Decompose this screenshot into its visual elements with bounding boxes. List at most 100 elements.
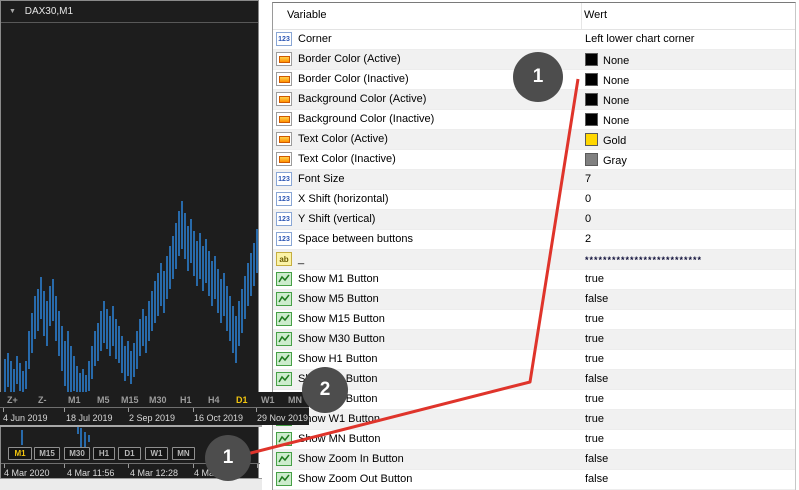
table-row[interactable]: Text Color (Active) Gold bbox=[273, 130, 795, 150]
param-label: Show W1 Button bbox=[298, 413, 380, 425]
param-label: Text Color (Active) bbox=[298, 133, 388, 145]
table-row[interactable]: Show M15 Button true bbox=[273, 310, 795, 330]
axis-label: 2 Sep 2019 bbox=[129, 413, 176, 423]
axis-label: 4 Mar 12:28 bbox=[130, 468, 179, 478]
table-row[interactable]: Show Zoom In Button false bbox=[273, 450, 795, 470]
table-row[interactable]: 123 Corner Left lower chart corner bbox=[273, 30, 795, 50]
axis-tick bbox=[256, 408, 257, 412]
top-timeframe-buttons: Z+ Z- M1 M5 M15 M30 H1 H4 D1 W1 MN bbox=[0, 392, 309, 408]
top-time-axis: 4 Jun 2019 18 Jul 2019 2 Sep 2019 16 Oct 20… bbox=[0, 407, 309, 425]
param-label: X Shift (horizontal) bbox=[298, 193, 389, 205]
param-value: true bbox=[585, 393, 604, 405]
color-swatch bbox=[585, 113, 598, 126]
timeframe-label-m5[interactable]: M5 bbox=[97, 395, 110, 405]
param-label: Show MN Button bbox=[298, 433, 381, 445]
axis-tick bbox=[257, 464, 258, 468]
bool-param-icon bbox=[276, 372, 292, 386]
param-value: Gray bbox=[585, 153, 627, 167]
table-row[interactable]: Show M1 Button true bbox=[273, 270, 795, 290]
table-row[interactable]: Show Zoom Out Button false bbox=[273, 470, 795, 490]
timeframe-button-w1[interactable]: W1 bbox=[145, 447, 168, 460]
param-value: true bbox=[585, 273, 604, 285]
param-value: 7 bbox=[585, 173, 592, 185]
timeframe-button-m15[interactable]: M15 bbox=[34, 447, 60, 460]
param-label: Background Color (Inactive) bbox=[298, 113, 435, 125]
table-row[interactable]: Show D1 Buttontrue bbox=[273, 390, 795, 410]
table-row[interactable]: Show M5 Button false bbox=[273, 290, 795, 310]
table-row[interactable]: 123 X Shift (horizontal) 0 bbox=[273, 190, 795, 210]
param-value: true bbox=[585, 313, 604, 325]
param-label: Show M5 Button bbox=[298, 293, 379, 305]
axis-tick bbox=[64, 408, 65, 412]
timeframe-label-d1[interactable]: D1 bbox=[236, 395, 248, 405]
param-label: Border Color (Inactive) bbox=[298, 73, 409, 85]
param-label: Space between buttons bbox=[298, 233, 413, 245]
table-row[interactable]: ab _ ************************** bbox=[273, 250, 795, 270]
color-param-icon bbox=[276, 72, 292, 86]
numeric-param-icon: 123 bbox=[276, 232, 292, 246]
param-value: true bbox=[585, 433, 604, 445]
numeric-param-icon: 123 bbox=[276, 172, 292, 186]
param-value: None bbox=[585, 113, 629, 127]
bool-param-icon bbox=[276, 332, 292, 346]
param-label: Show M30 Button bbox=[298, 333, 385, 345]
bool-param-icon bbox=[276, 452, 292, 466]
table-row[interactable]: Show M30 Button true bbox=[273, 330, 795, 350]
table-row[interactable]: Show MN Button true bbox=[273, 430, 795, 450]
timeframe-label-m15[interactable]: M15 bbox=[121, 395, 139, 405]
color-swatch bbox=[585, 53, 598, 66]
axis-tick bbox=[193, 408, 194, 412]
timeframe-button-h1[interactable]: H1 bbox=[93, 447, 115, 460]
table-row[interactable]: 123 Y Shift (vertical) 0 bbox=[273, 210, 795, 230]
timeframe-label-m1[interactable]: M1 bbox=[68, 395, 81, 405]
param-value: true bbox=[585, 353, 604, 365]
timeframe-label-h4[interactable]: H4 bbox=[208, 395, 220, 405]
table-row[interactable]: Show H1 Button true bbox=[273, 350, 795, 370]
timeframe-button-m30[interactable]: M30 bbox=[64, 447, 90, 460]
callout-badge-1: 1 bbox=[205, 435, 251, 481]
bool-param-icon bbox=[276, 292, 292, 306]
param-label: Y Shift (vertical) bbox=[298, 213, 376, 225]
param-label: Text Color (Inactive) bbox=[298, 153, 396, 165]
param-label: Border Color (Active) bbox=[298, 53, 401, 65]
timeframe-label-z+[interactable]: Z+ bbox=[7, 395, 18, 405]
table-row[interactable]: 123 Space between buttons 2 bbox=[273, 230, 795, 250]
table-row[interactable]: Background Color (Inactive) None bbox=[273, 110, 795, 130]
table-row[interactable]: 123 Font Size 7 bbox=[273, 170, 795, 190]
bool-param-icon bbox=[276, 432, 292, 446]
screenshot-root: Variable Wert 123 Corner Left lower chart … bbox=[0, 0, 799, 490]
param-value: 0 bbox=[585, 193, 592, 205]
timeframe-label-m30[interactable]: M30 bbox=[149, 395, 167, 405]
timeframe-button-mn[interactable]: MN bbox=[172, 447, 195, 460]
axis-tick bbox=[128, 464, 129, 468]
timeframe-label-w1[interactable]: W1 bbox=[261, 395, 275, 405]
param-label: Corner bbox=[298, 33, 332, 45]
callout-badge-2: 2 bbox=[302, 367, 348, 413]
bool-param-icon bbox=[276, 352, 292, 366]
timeframe-label-mn[interactable]: MN bbox=[288, 395, 302, 405]
callout-badge-1: 1 bbox=[513, 52, 563, 102]
param-value: 0 bbox=[585, 213, 592, 225]
timeframe-button-m1[interactable]: M1 bbox=[8, 447, 32, 460]
table-row[interactable]: Show W1 Button true bbox=[273, 410, 795, 430]
table-row[interactable]: Show H4 Buttonfalse bbox=[273, 370, 795, 390]
param-value: ************************** bbox=[585, 255, 703, 265]
bool-param-icon bbox=[276, 272, 292, 286]
chart-split-divider bbox=[0, 425, 262, 427]
timeframe-button-d1[interactable]: D1 bbox=[118, 447, 141, 460]
timeframe-label-h1[interactable]: H1 bbox=[180, 395, 192, 405]
param-value: false bbox=[585, 373, 609, 385]
param-value: None bbox=[585, 73, 629, 87]
color-param-icon bbox=[276, 112, 292, 126]
axis-label: 4 Mar 11:56 bbox=[67, 468, 115, 478]
table-header: Variable Wert bbox=[273, 3, 795, 30]
numeric-param-icon: 123 bbox=[276, 32, 292, 46]
table-row[interactable]: Text Color (Inactive) Gray bbox=[273, 150, 795, 170]
param-value: None bbox=[585, 93, 629, 107]
color-param-icon bbox=[276, 132, 292, 146]
axis-label: 18 Jul 2019 bbox=[66, 413, 113, 423]
axis-label: 16 Oct 2019 bbox=[194, 413, 244, 423]
param-label: _ bbox=[298, 253, 305, 265]
numeric-param-icon: 123 bbox=[276, 212, 292, 226]
timeframe-label-z-[interactable]: Z- bbox=[38, 395, 47, 405]
